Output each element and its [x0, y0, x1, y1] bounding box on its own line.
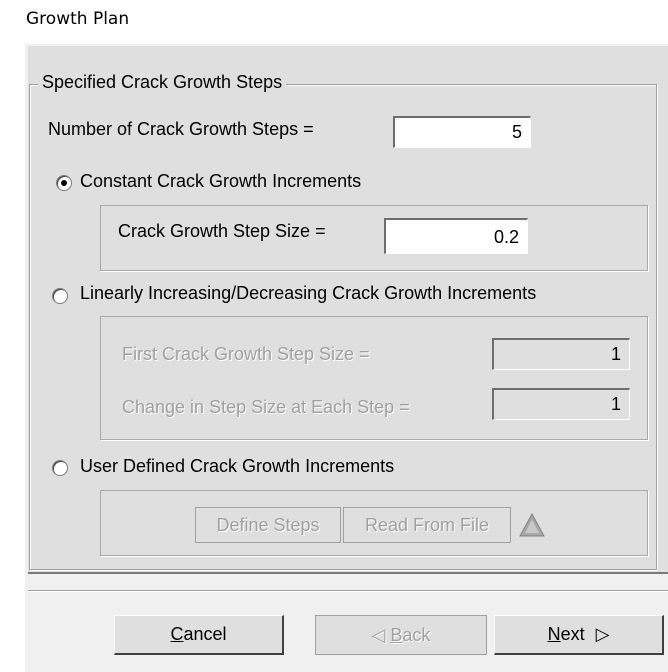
radio-constant[interactable] — [56, 175, 72, 191]
read-from-file-button: Read From File — [343, 507, 511, 543]
warning-triangle-icon — [518, 512, 546, 538]
next-button[interactable]: Next ▷ — [494, 615, 664, 655]
back-arrow-icon: ◁ — [371, 625, 386, 645]
cancel-mnemonic: C — [170, 624, 184, 644]
next-label: ext — [560, 624, 585, 644]
back-label: ack — [402, 625, 431, 645]
cancel-button[interactable]: Cancel — [114, 615, 284, 655]
linear-label[interactable]: Linearly Increasing/Decreasing Crack Gro… — [80, 283, 536, 304]
cancel-label: ancel — [183, 624, 227, 644]
radio-user-defined[interactable] — [52, 460, 68, 476]
radio-linear[interactable] — [52, 288, 68, 304]
steps-input[interactable]: 5 — [393, 116, 531, 148]
back-mnemonic: B — [390, 625, 403, 645]
step-size-input[interactable]: 0.2 — [384, 218, 528, 254]
user-defined-label[interactable]: User Defined Crack Growth Increments — [80, 456, 394, 477]
window-title: Growth Plan — [26, 9, 130, 29]
group-legend: Specified Crack Growth Steps — [38, 72, 287, 93]
step-size-label: Crack Growth Step Size = — [118, 221, 326, 241]
constant-label[interactable]: Constant Crack Growth Increments — [80, 171, 361, 192]
change-step-input: 1 — [492, 388, 630, 420]
change-step-label: Change in Step Size at Each Step = — [122, 397, 410, 417]
next-mnemonic: N — [547, 624, 561, 644]
steps-label: Number of Crack Growth Steps = — [48, 119, 314, 139]
separator-bottom — [28, 590, 668, 592]
back-button: ◁ Back — [315, 615, 487, 655]
next-arrow-icon: ▷ — [595, 624, 610, 644]
linear-box — [100, 316, 648, 440]
define-steps-button: Define Steps — [195, 507, 341, 543]
first-step-input: 1 — [492, 338, 630, 370]
first-step-label: First Crack Growth Step Size = — [122, 344, 370, 364]
